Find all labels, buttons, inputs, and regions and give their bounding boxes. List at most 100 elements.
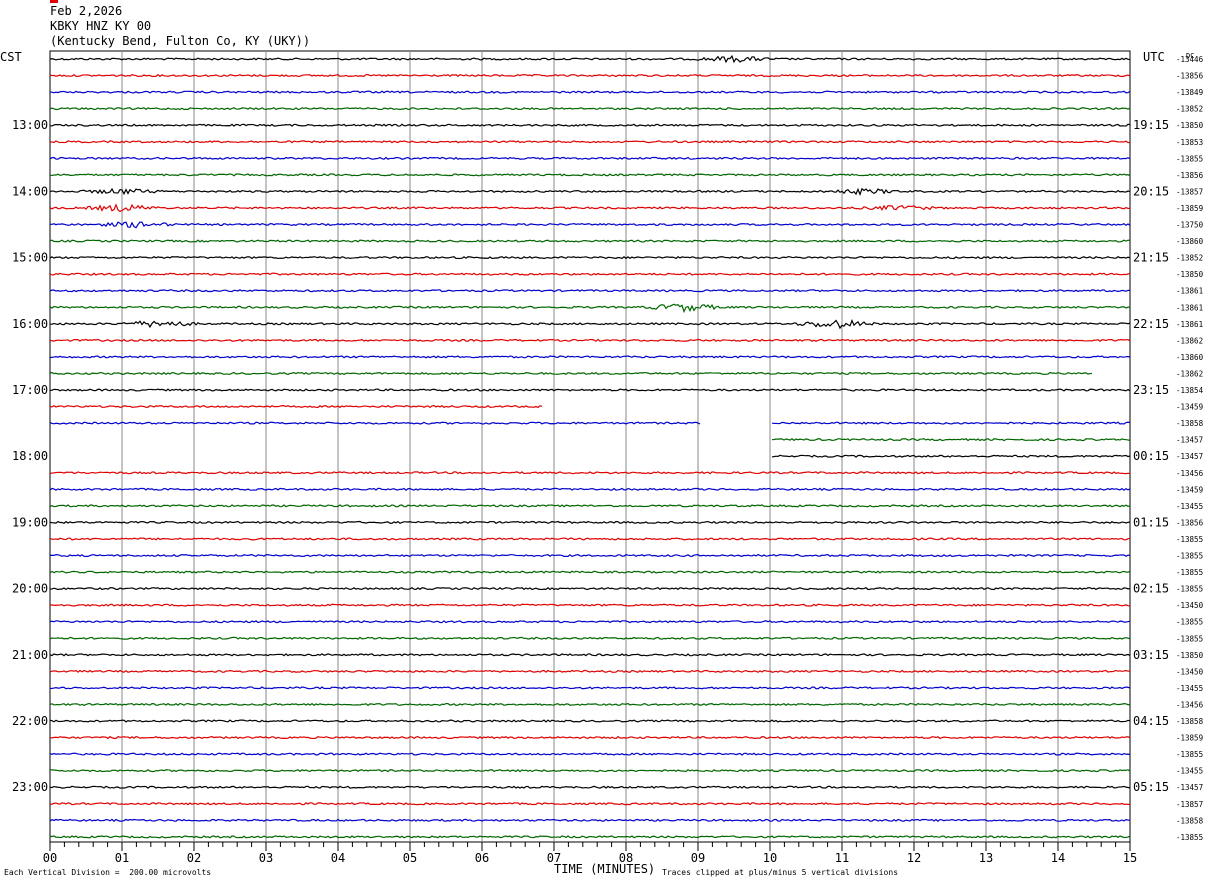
- dc-offset-label: -13852: [1176, 105, 1203, 114]
- seismic-trace: [49, 553, 1131, 558]
- utc-hour-label: 01:15: [1133, 515, 1169, 529]
- dc-offset-label: -13859: [1176, 204, 1203, 213]
- dc-offset-label: -13456: [1176, 700, 1204, 709]
- seismic-trace: [49, 54, 1131, 64]
- seismic-trace: [49, 471, 1131, 475]
- dc-offset-label: -13750: [1176, 221, 1204, 230]
- cst-hour-label: 21:00: [12, 648, 48, 662]
- dc-offset-label: -13459: [1176, 485, 1203, 494]
- dc-offset-label: -13854: [1176, 386, 1204, 395]
- dc-offset-label: -13852: [1176, 254, 1203, 263]
- utc-hour-label: 03:15: [1133, 648, 1169, 662]
- dc-offset-label: -13861: [1176, 303, 1203, 312]
- seismic-trace: [49, 586, 1131, 591]
- dc-offset-label: -13857: [1176, 800, 1203, 809]
- x-axis-title: TIME (MINUTES): [554, 862, 656, 876]
- dc-offset-label: -13855: [1176, 552, 1203, 561]
- seismic-trace: [49, 156, 1131, 160]
- seismic-trace: [49, 255, 1131, 260]
- seismic-trace: [49, 371, 1093, 376]
- seismic-trace: [49, 752, 1131, 756]
- footer-scale-note: Each Vertical Division = 200.00 microvol…: [4, 868, 212, 877]
- seismic-trace: [49, 620, 1131, 624]
- dc-offset-label: -13858: [1176, 717, 1204, 726]
- seismic-trace: [49, 835, 1131, 839]
- dc-offset-label: -13856: [1176, 72, 1204, 81]
- seismic-trace: [49, 272, 1131, 276]
- utc-hour-label: 04:15: [1133, 714, 1169, 728]
- dc-offset-label: -13850: [1176, 270, 1204, 279]
- seismic-trace: [49, 319, 1131, 330]
- seismic-trace: [49, 73, 1131, 78]
- x-tick-label: 11: [835, 851, 849, 865]
- dc-offset-label: -13859: [1176, 734, 1203, 743]
- utc-hour-label: 22:15: [1133, 317, 1169, 331]
- dc-offset-label: -13455: [1176, 684, 1203, 693]
- seismic-trace: [49, 187, 1131, 196]
- dc-offset-label: -13849: [1176, 88, 1203, 97]
- dc-offset-label: -13457: [1176, 452, 1203, 461]
- seismic-trace: [49, 768, 1131, 773]
- seismic-trace: [49, 818, 1131, 822]
- seismic-trace: [49, 404, 543, 409]
- seismic-trace: [49, 537, 1131, 541]
- dc-offset-label: -13850: [1176, 651, 1204, 660]
- seismic-trace: [49, 669, 1131, 673]
- dc-offset-label: -13862: [1176, 369, 1203, 378]
- seismic-trace: [49, 123, 1131, 127]
- utc-hour-label: 02:15: [1133, 582, 1169, 596]
- dc-offset-label: -13853: [1176, 138, 1203, 147]
- dc-offset-label: -13855: [1176, 568, 1203, 577]
- dc-offset-label: -13459: [1176, 403, 1203, 412]
- seismic-trace: [49, 140, 1131, 144]
- dc-offset-label: -13862: [1176, 336, 1203, 345]
- dc-offset-label: -13860: [1176, 237, 1204, 246]
- cst-hour-label: 19:00: [12, 515, 48, 529]
- seismic-trace: [49, 221, 1131, 229]
- dc-offset-label: -13855: [1176, 618, 1203, 627]
- utc-hour-label: 05:15: [1133, 780, 1169, 794]
- seismic-trace: [49, 520, 1131, 525]
- dc-offset-label: -13858: [1176, 419, 1204, 428]
- dc-offset-label: -13860: [1176, 353, 1204, 362]
- seismic-trace: [49, 735, 1131, 740]
- seismic-trace: [49, 203, 1131, 213]
- plot-frame: [49, 50, 1131, 843]
- x-tick-label: 04: [331, 851, 345, 865]
- seismic-trace: [49, 421, 1131, 425]
- cst-hour-label: 15:00: [12, 251, 48, 265]
- utc-hour-label: 00:15: [1133, 449, 1169, 463]
- dc-offset-label: -13855: [1176, 585, 1203, 594]
- x-tick-label: 01: [115, 851, 129, 865]
- cst-hour-label: 17:00: [12, 383, 48, 397]
- seismic-trace: [49, 702, 1131, 707]
- seismic-trace: [49, 785, 1131, 789]
- dc-offset-label: -13456: [1176, 469, 1204, 478]
- dc-offset-label: -13457: [1176, 783, 1203, 792]
- x-tick-label: 06: [475, 851, 489, 865]
- seismic-trace: [49, 686, 1131, 690]
- seismic-trace: [49, 338, 1131, 343]
- seismic-trace: [49, 107, 1131, 111]
- dc-offset-label: -13855: [1176, 833, 1203, 842]
- dc-offset-label: -13858: [1176, 816, 1204, 825]
- dc-offset-label: -13455: [1176, 502, 1203, 511]
- dc-offset-label: -13855: [1176, 154, 1203, 163]
- seismic-trace: [49, 303, 1131, 314]
- dc-offset-label: -13861: [1176, 287, 1203, 296]
- seismic-trace: [49, 802, 1131, 806]
- dc-offset-label: -13450: [1176, 667, 1204, 676]
- seismic-trace: [49, 289, 1131, 293]
- cst-hour-label: 14:00: [12, 184, 48, 198]
- dc-offset-label: -13855: [1176, 750, 1203, 759]
- footer-clip-note: Traces clipped at plus/minus 5 vertical …: [662, 868, 899, 877]
- x-tick-label: 12: [907, 851, 921, 865]
- x-tick-label: 00: [43, 851, 57, 865]
- seismic-trace: [771, 438, 1131, 442]
- x-tick-label: 09: [691, 851, 705, 865]
- x-tick-label: 03: [259, 851, 273, 865]
- seismic-trace: [49, 239, 1131, 243]
- utc-hour-label: 21:15: [1133, 251, 1169, 265]
- seismic-trace: [49, 603, 1131, 607]
- dc-offset-label: -13850: [1176, 121, 1204, 130]
